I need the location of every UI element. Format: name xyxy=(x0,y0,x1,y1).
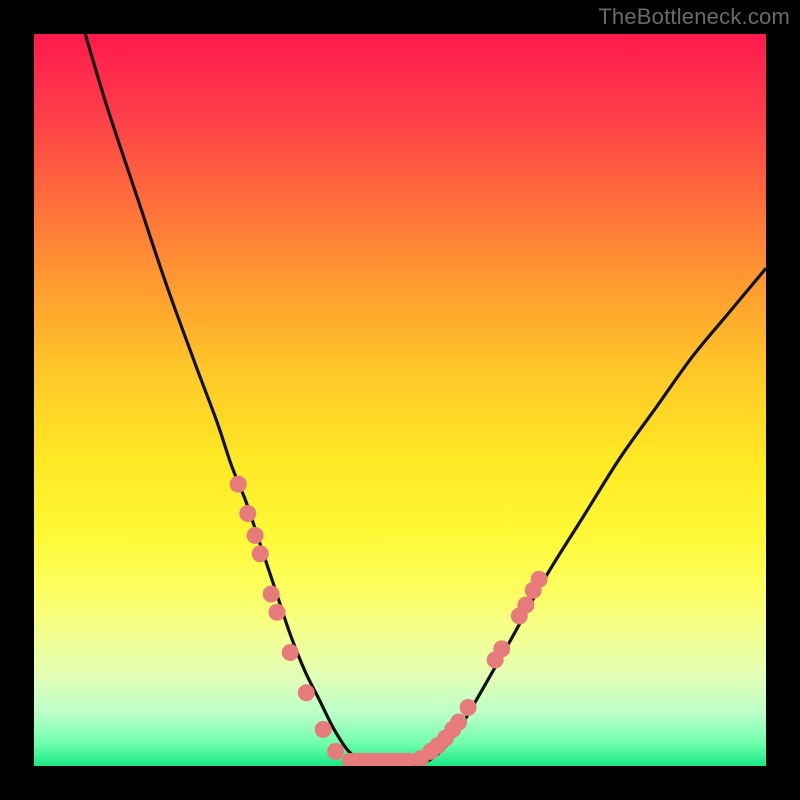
marker-dot-left xyxy=(247,527,264,544)
marker-dot-left xyxy=(282,644,299,661)
chart-svg xyxy=(34,34,766,766)
marker-dot-right xyxy=(517,596,534,613)
marker-dot-left xyxy=(230,476,247,493)
marker-dot-left xyxy=(252,545,269,562)
marker-dot-left xyxy=(298,684,315,701)
marker-dot-left xyxy=(327,743,344,760)
chart-frame: TheBottleneck.com xyxy=(0,0,800,800)
bottleneck-curve xyxy=(85,34,766,766)
marker-dot-right xyxy=(450,714,467,731)
marker-dot-right xyxy=(493,640,510,657)
marker-dot-right xyxy=(531,571,548,588)
marker-dot-left xyxy=(263,585,280,602)
watermark-text: TheBottleneck.com xyxy=(598,4,790,30)
marker-dot-left xyxy=(239,505,256,522)
plateau-marker xyxy=(342,753,417,766)
marker-dot-right xyxy=(460,699,477,716)
marker-dot-left xyxy=(315,721,332,738)
plot-area xyxy=(34,34,766,766)
marker-dot-left xyxy=(269,604,286,621)
